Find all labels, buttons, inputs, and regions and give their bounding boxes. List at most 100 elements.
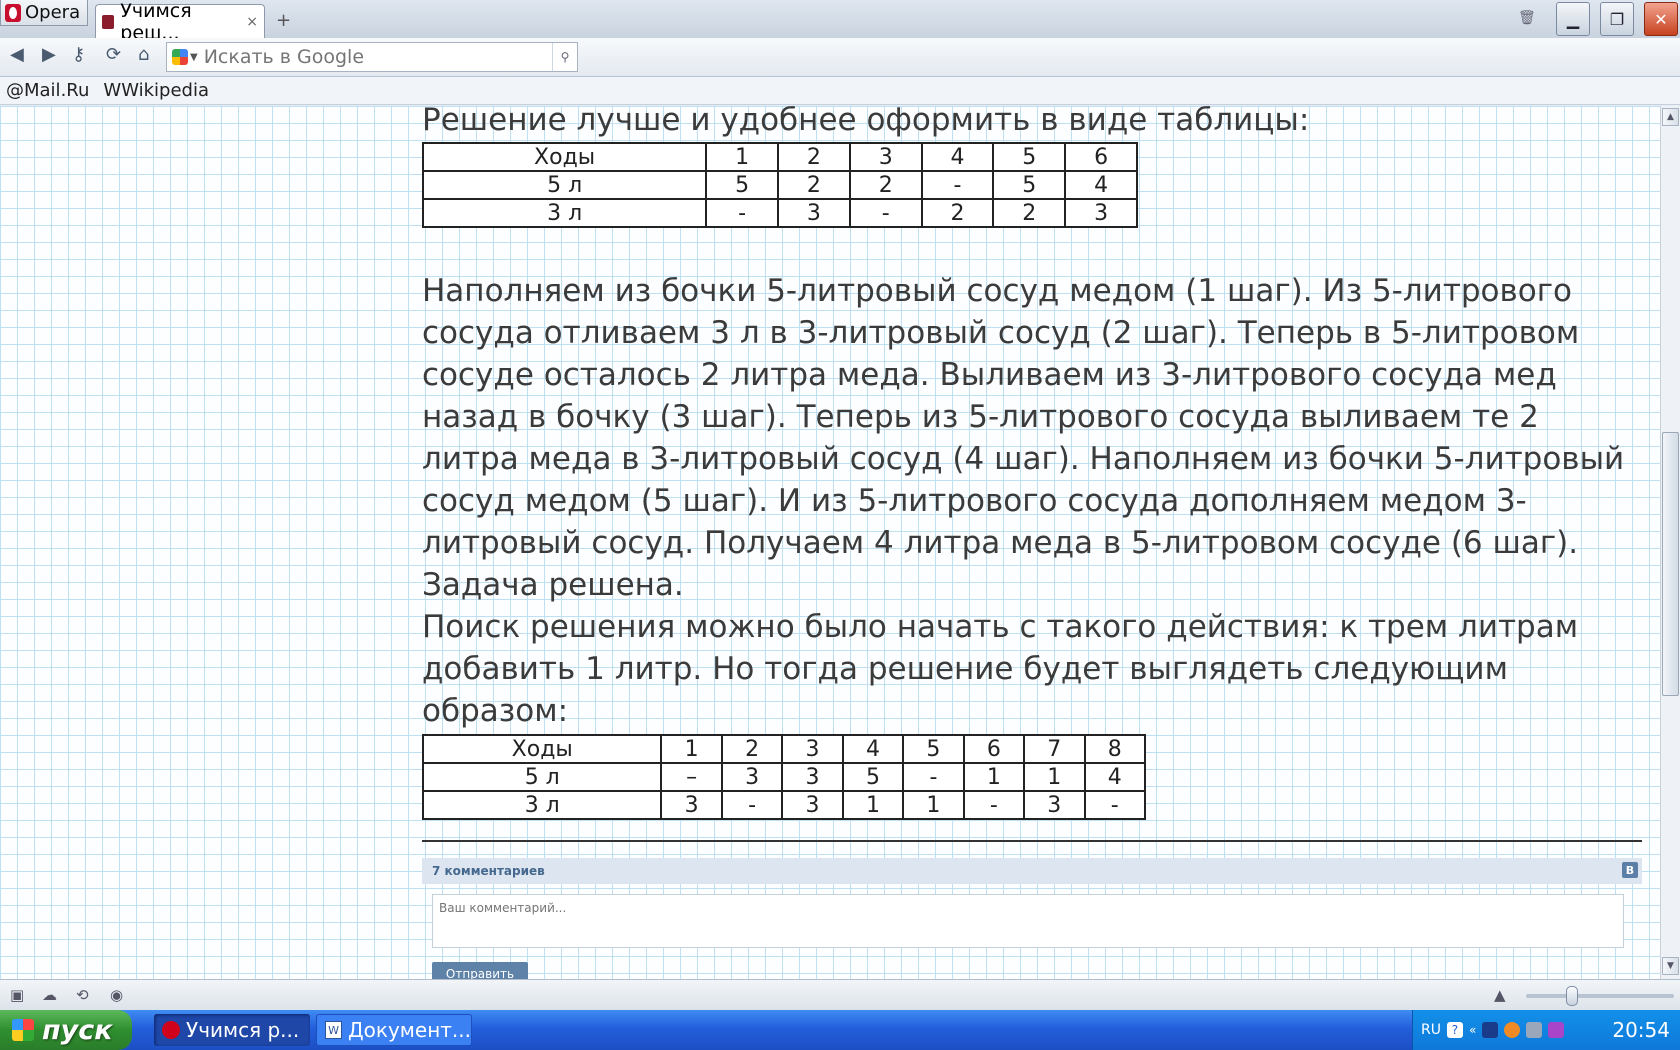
table-cell: 1 (660, 734, 723, 764)
network-icon[interactable] (1526, 1022, 1543, 1038)
table-row: 3 л-3-223 (421, 198, 1138, 228)
start-button[interactable]: пуск (0, 1010, 132, 1050)
table-row: 3 л3-311-3- (421, 790, 1147, 820)
restore-button[interactable]: ❐ (1600, 2, 1634, 36)
table-cell: 3 (1023, 790, 1086, 820)
status-bar (0, 979, 1680, 1010)
reload-icon[interactable]: ⟳ (106, 44, 121, 65)
table-cell: 3 (781, 734, 844, 764)
favicon-icon (102, 14, 115, 29)
scroll-up-arrow-icon[interactable]: ▲ (1662, 108, 1679, 126)
share-icon[interactable]: ⟲ (76, 986, 89, 1004)
section-divider (422, 840, 1642, 842)
table-cell: 1 (962, 762, 1026, 792)
app-tray-icon[interactable] (1548, 1022, 1565, 1038)
tab-active[interactable]: Учимся реш... × (95, 0, 265, 44)
panel-toggle-icon[interactable]: ▣ (10, 986, 24, 1004)
closed-tabs-trash-icon[interactable]: 🗑 (1518, 10, 1536, 26)
search-input[interactable] (201, 45, 546, 69)
zoom-slider-thumb[interactable] (1566, 986, 1578, 1006)
table-cell: 2 (777, 170, 851, 200)
word-icon: W (325, 1021, 343, 1039)
table-cell: 3 (777, 198, 851, 228)
back-icon[interactable]: ◀ (10, 44, 24, 65)
chevron-down-icon[interactable]: ▼ (190, 52, 198, 63)
tab-close-icon[interactable]: × (246, 14, 258, 30)
bookmark-mailru[interactable]: @Mail.Ru (6, 80, 89, 101)
opera-logo-icon (5, 3, 21, 22)
table-header-row: Ходы 1 2 3 4 5 6 7 8 (421, 734, 1147, 764)
comment-input[interactable] (432, 894, 1624, 948)
table-cell: - (1083, 790, 1147, 820)
table-cell: 2 (920, 198, 995, 228)
forward-icon[interactable]: ▶ (42, 44, 56, 65)
help-icon[interactable]: ? (1446, 1022, 1463, 1038)
table-cell: 5 (705, 170, 780, 200)
start-label: пуск (42, 1014, 113, 1046)
table-cell: 2 (720, 734, 784, 764)
table-cell: 3 (781, 790, 844, 820)
opera-menu-label: Opera (25, 2, 81, 23)
table-cell: 3 л (421, 790, 663, 820)
search-box[interactable]: ▼ ⚲ (166, 42, 578, 72)
unite-cloud-icon[interactable]: ☁ (42, 986, 57, 1004)
table-cell: 4 (1064, 170, 1138, 200)
google-search-engine-icon[interactable] (172, 49, 188, 65)
task-label: Документ... (348, 1018, 471, 1042)
clock: 20:54 (1612, 1018, 1670, 1042)
close-window-button[interactable]: ✕ (1644, 2, 1678, 36)
table-cell: 5 (902, 734, 965, 764)
table-cell: - (705, 198, 780, 228)
table-cell: - (720, 790, 784, 820)
vertical-scrollbar[interactable]: ▲ ▼ (1660, 106, 1680, 979)
task-opera[interactable]: Учимся р... (154, 1014, 310, 1046)
table-cell: 5 л (421, 762, 663, 792)
table-cell: 3 (660, 790, 723, 820)
table-cell: - (920, 170, 995, 200)
alternative-paragraph: Поиск решения можно было начать с такого… (422, 609, 1579, 729)
table-cell: 6 (962, 734, 1026, 764)
table-cell: 3 (1064, 198, 1138, 228)
scroll-down-arrow-icon[interactable]: ▼ (1662, 957, 1679, 975)
vk-logo-icon[interactable]: В (1622, 862, 1638, 878)
send-comment-button[interactable]: Отправить (432, 962, 528, 979)
wand-icon[interactable]: ⚷ (72, 44, 85, 65)
search-icon[interactable]: ⚲ (552, 43, 577, 71)
table-cell: 1 (841, 790, 905, 820)
antivirus-icon[interactable] (1504, 1022, 1521, 1038)
scroll-thumb[interactable] (1662, 432, 1679, 696)
windows-logo-icon (12, 1019, 34, 1041)
bookmark-wikipedia[interactable]: WWikipedia (103, 80, 209, 101)
table-intro-text: Решение лучше и удобнее оформить в виде … (422, 106, 1310, 138)
home-icon[interactable]: ⌂ (138, 44, 149, 65)
table-cell: 1 (1023, 762, 1086, 792)
task-word-document[interactable]: W Документ... (316, 1014, 472, 1046)
comments-count[interactable]: 7 комментариев (432, 864, 545, 878)
table-cell: 1 (705, 142, 780, 172)
table-header-row: Ходы 1 2 3 4 5 6 (421, 142, 1138, 172)
table-cell: 5 (992, 142, 1067, 172)
zoom-slider-track[interactable] (1526, 994, 1674, 998)
bookmarks-bar: @Mail.Ru WWikipedia (0, 77, 1680, 105)
view-up-icon[interactable]: ▲ (1494, 986, 1506, 1004)
table-cell: 8 (1083, 734, 1147, 764)
article-content: Решение лучше и удобнее оформить в виде … (421, 106, 1642, 820)
table-cell: - (962, 790, 1026, 820)
table-cell: 3 (848, 142, 923, 172)
opera-menu-button[interactable]: Opera (0, 0, 88, 26)
table-row: 5 л –3 3 5-1 1 4 (421, 762, 1147, 792)
table-row: 5 л522-54 (421, 170, 1138, 200)
new-tab-button[interactable]: + (276, 10, 291, 31)
table-cell: Ходы (421, 734, 663, 764)
tab-title: Учимся реш... (120, 0, 192, 44)
table-cell: 2 (777, 142, 851, 172)
table-cell: - (902, 762, 965, 792)
minimize-button[interactable]: ▁ (1556, 2, 1590, 36)
solution-table-1: Ходы 1 2 3 4 5 6 5 л522-543 л-3-223 (421, 142, 1138, 228)
table-cell: - (848, 198, 923, 228)
tray-expand-icon[interactable]: « (1469, 1023, 1476, 1037)
ru-tray-icon[interactable] (1482, 1022, 1499, 1038)
language-indicator[interactable]: RU (1421, 1022, 1441, 1038)
turbo-icon[interactable]: ◉ (110, 986, 123, 1004)
table-cell: 3 л (421, 198, 708, 228)
